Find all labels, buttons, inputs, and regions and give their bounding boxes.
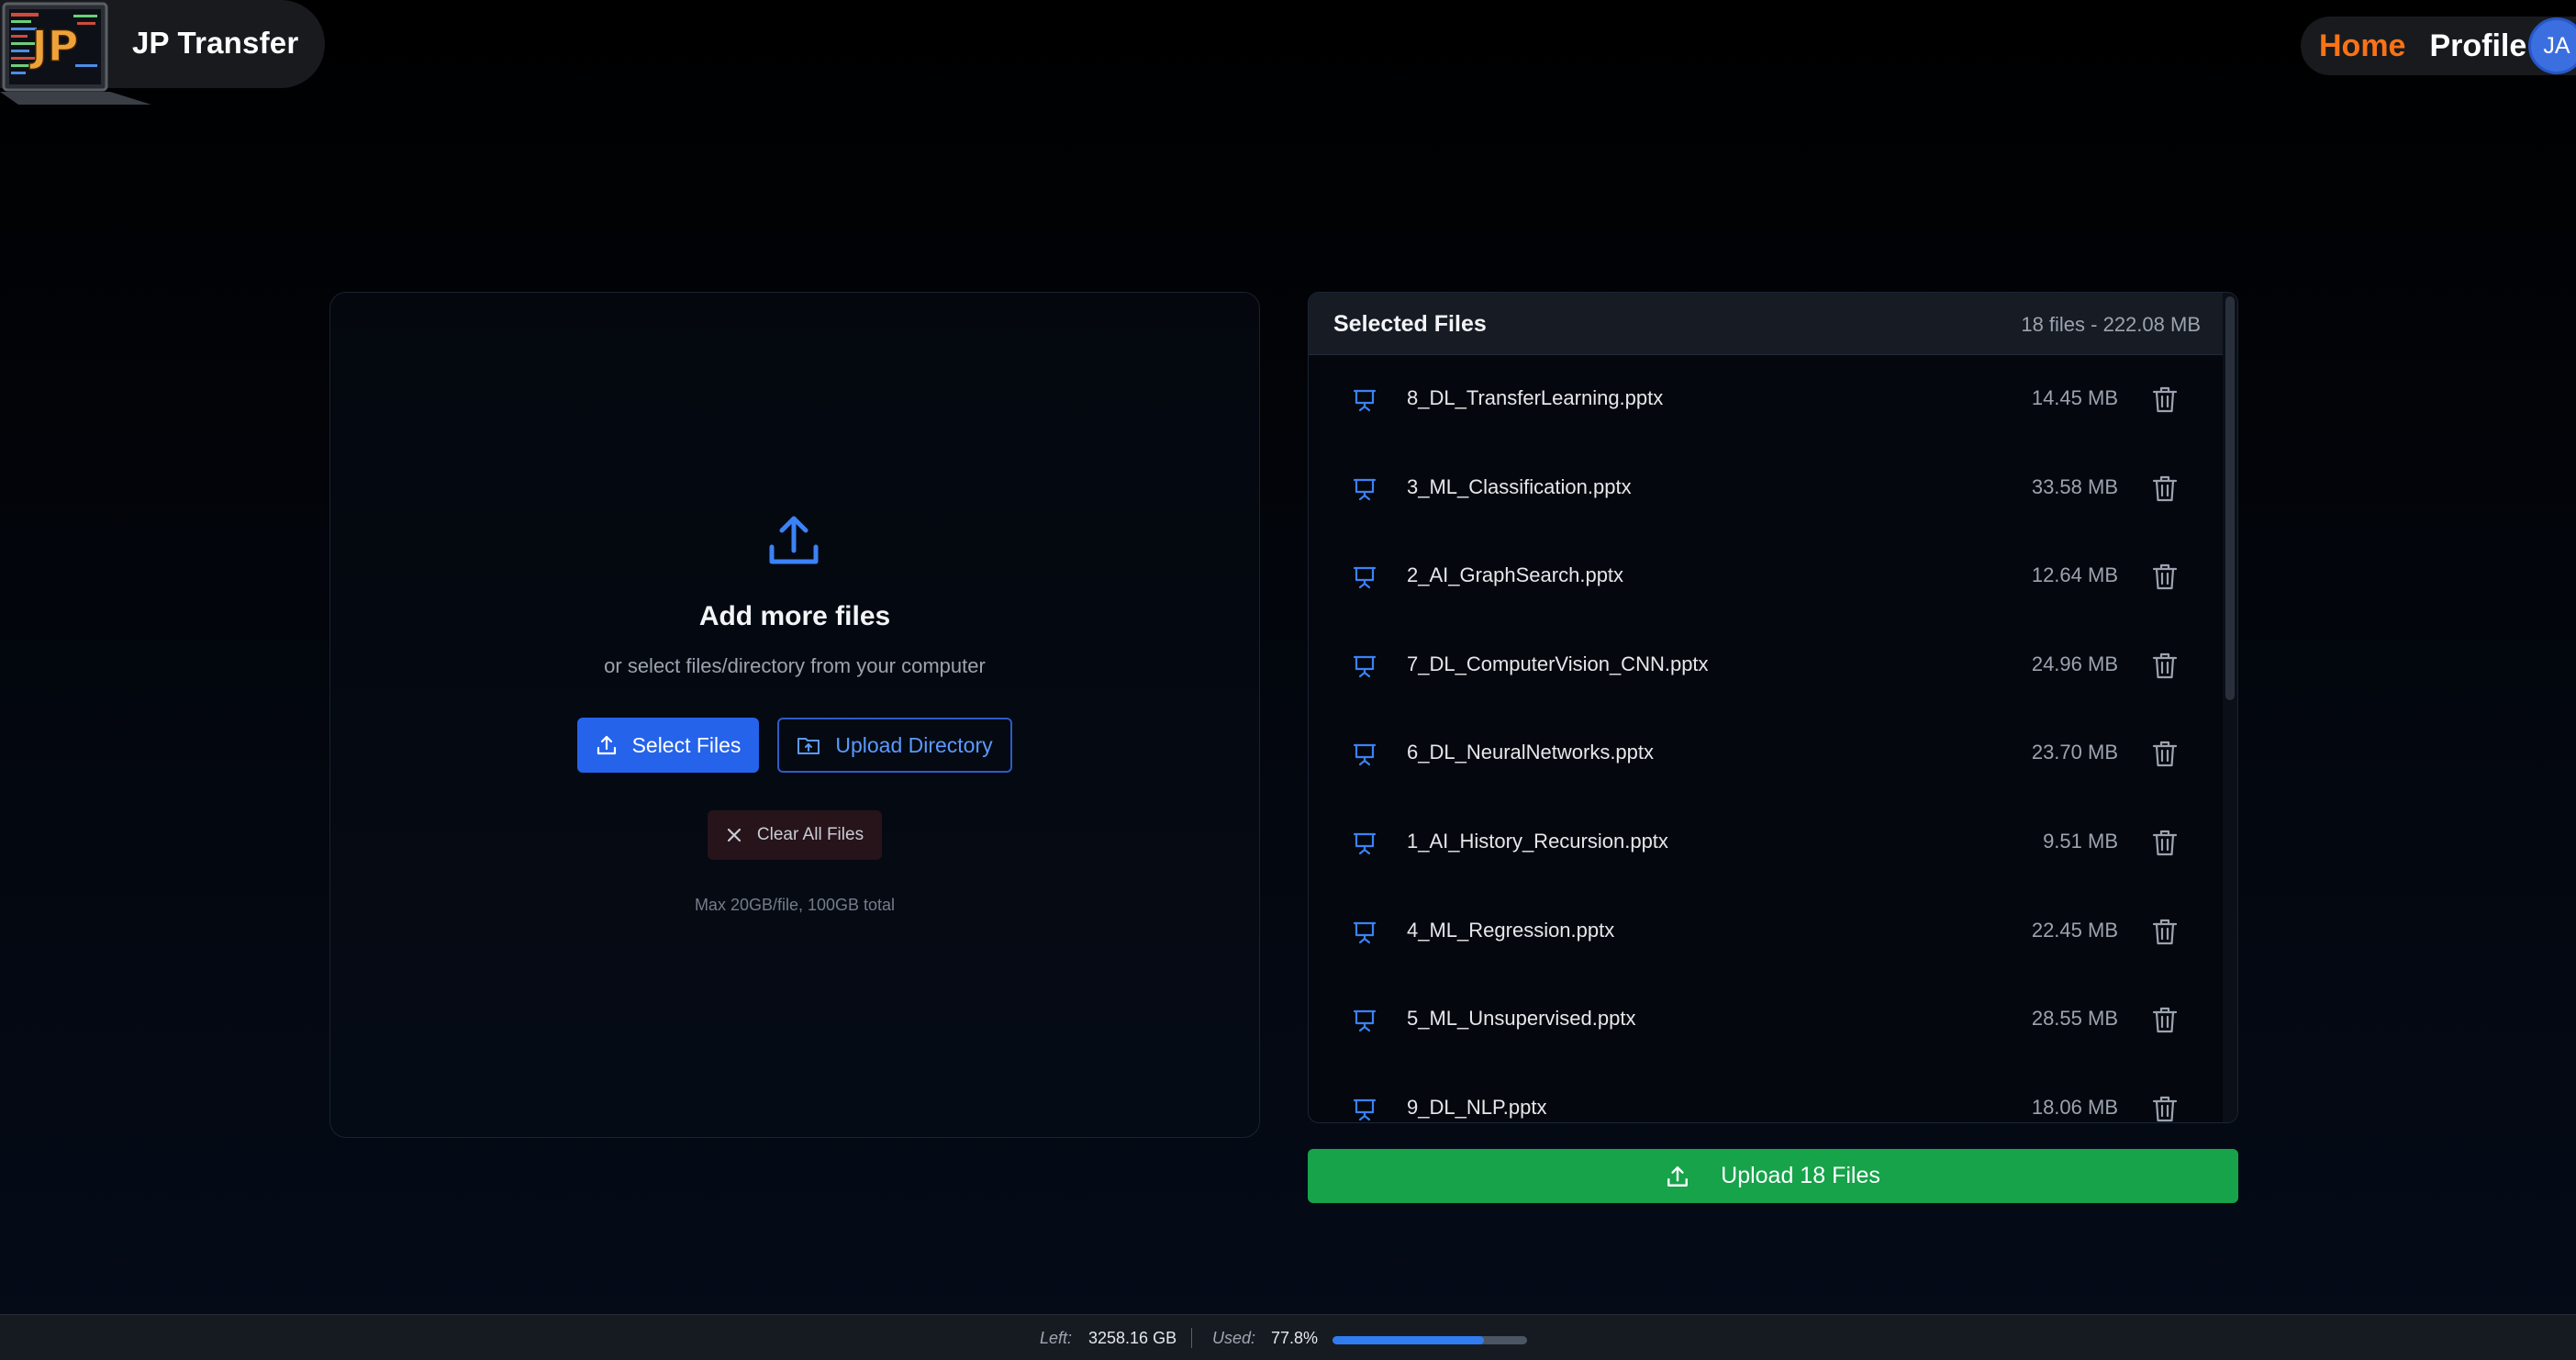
scrollbar-thumb[interactable] xyxy=(2225,296,2235,700)
file-name: 9_DL_NLP.pptx xyxy=(1407,1095,1547,1119)
selected-files-panel: Selected Files 18 files - 222.08 MB 8_DL… xyxy=(1308,292,2238,1123)
presentation-icon xyxy=(1353,478,1377,500)
file-row: 6_DL_NeuralNetworks.pptx 23.70 MB xyxy=(1309,709,2223,797)
nav-profile-link[interactable]: Profile xyxy=(2429,28,2526,64)
file-row: 3_ML_Classification.pptx 33.58 MB xyxy=(1309,444,2223,532)
trash-icon[interactable] xyxy=(2149,1004,2180,1035)
upload-icon xyxy=(597,735,616,755)
file-row: 2_AI_GraphSearch.pptx 12.64 MB xyxy=(1309,532,2223,620)
selected-files-header: Selected Files 18 files - 222.08 MB xyxy=(1309,293,2237,355)
file-name: 6_DL_NeuralNetworks.pptx xyxy=(1407,741,1655,764)
file-size: 28.55 MB xyxy=(2031,1007,2118,1031)
file-row: 4_ML_Regression.pptx 22.45 MB xyxy=(1309,887,2223,975)
upload-directory-button[interactable]: Upload Directory xyxy=(777,718,1012,773)
file-name: 4_ML_Regression.pptx xyxy=(1407,918,1615,942)
file-row: 8_DL_TransferLearning.pptx 14.45 MB xyxy=(1309,355,2223,443)
user-avatar[interactable]: JA xyxy=(2528,17,2576,74)
storage-usage-bar xyxy=(1333,1336,1527,1344)
storage-usage-fill xyxy=(1333,1336,1484,1344)
trash-icon[interactable] xyxy=(2149,561,2180,592)
file-size: 33.58 MB xyxy=(2031,474,2118,498)
file-size: 24.96 MB xyxy=(2031,652,2118,675)
upload-directory-label: Upload Directory xyxy=(835,732,993,757)
presentation-icon xyxy=(1353,744,1377,766)
trash-icon[interactable] xyxy=(2149,827,2180,858)
trash-icon[interactable] xyxy=(2149,384,2180,415)
dropzone-subtitle: or select files/directory from your comp… xyxy=(604,654,986,677)
trash-icon[interactable] xyxy=(2149,1093,2180,1123)
upload-icon xyxy=(1667,1165,1689,1187)
storage-footer: Left: 3258.16 GB Used: 77.8% xyxy=(0,1314,2576,1360)
clear-all-label: Clear All Files xyxy=(756,825,864,844)
page: JP JP Transfer Home Profile JA Add more … xyxy=(0,0,2576,1360)
trash-icon[interactable] xyxy=(2149,738,2180,769)
file-size: 14.45 MB xyxy=(2031,386,2118,409)
upload-icon xyxy=(769,516,819,564)
file-name: 1_AI_History_Recursion.pptx xyxy=(1407,830,1668,853)
selected-files-summary: 18 files - 222.08 MB xyxy=(2021,313,2201,336)
file-size: 23.70 MB xyxy=(2031,741,2118,764)
file-row: 9_DL_NLP.pptx 18.06 MB xyxy=(1309,1065,2223,1123)
presentation-icon xyxy=(1353,655,1377,677)
logo-text: JP xyxy=(29,21,79,71)
file-name: 8_DL_TransferLearning.pptx xyxy=(1407,386,1664,409)
file-dropzone[interactable]: Add more files or select files/directory… xyxy=(329,292,1260,1138)
file-size: 22.45 MB xyxy=(2031,918,2118,942)
storage-used-value: 77.8% xyxy=(1271,1329,1319,1347)
footer-divider xyxy=(1191,1328,1192,1348)
brand[interactable]: JP JP Transfer xyxy=(0,0,325,105)
storage-left-label: Left: xyxy=(1040,1329,1073,1347)
storage-left-value: 3258.16 GB xyxy=(1088,1329,1177,1347)
file-name: 3_ML_Classification.pptx xyxy=(1407,474,1632,498)
trash-icon[interactable] xyxy=(2149,650,2180,681)
trash-icon[interactable] xyxy=(2149,916,2180,947)
presentation-icon xyxy=(1353,1098,1377,1120)
upload-files-button[interactable]: Upload 18 Files xyxy=(1308,1149,2238,1203)
file-name: 5_ML_Unsupervised.pptx xyxy=(1407,1007,1636,1031)
file-size: 18.06 MB xyxy=(2031,1095,2118,1119)
file-row: 5_ML_Unsupervised.pptx 28.55 MB xyxy=(1309,975,2223,1064)
file-row: 7_DL_ComputerVision_CNN.pptx 24.96 MB xyxy=(1309,621,2223,709)
presentation-icon xyxy=(1353,832,1377,855)
storage-used-label: Used: xyxy=(1212,1329,1256,1347)
nav-home-link[interactable]: Home xyxy=(2319,28,2405,64)
upload-files-label: Upload 18 Files xyxy=(1721,1163,1880,1188)
clear-all-files-button[interactable]: Clear All Files xyxy=(708,810,882,860)
file-size: 12.64 MB xyxy=(2031,563,2118,587)
top-nav: Home Profile JA xyxy=(2301,17,2576,75)
file-name: 2_AI_GraphSearch.pptx xyxy=(1407,563,1624,587)
logo-laptop-icon: JP xyxy=(0,2,151,105)
select-files-button[interactable]: Select Files xyxy=(577,718,759,773)
selected-files-title: Selected Files xyxy=(1333,311,1487,337)
file-row: 1_AI_History_Recursion.pptx 9.51 MB xyxy=(1309,798,2223,886)
select-files-label: Select Files xyxy=(631,732,742,757)
presentation-icon xyxy=(1353,567,1377,589)
folder-upload-icon xyxy=(797,738,820,754)
app-name: JP Transfer xyxy=(132,26,299,60)
file-list-scrollbar[interactable] xyxy=(2223,293,2237,1122)
presentation-icon xyxy=(1353,921,1377,943)
close-icon xyxy=(727,828,742,842)
presentation-icon xyxy=(1353,1010,1377,1032)
presentation-icon xyxy=(1353,389,1377,412)
file-name: 7_DL_ComputerVision_CNN.pptx xyxy=(1407,652,1709,675)
upload-limit-text: Max 20GB/file, 100GB total xyxy=(694,896,896,914)
dropzone-title: Add more files xyxy=(698,601,891,631)
file-size: 9.51 MB xyxy=(2043,830,2118,853)
file-list[interactable]: 8_DL_TransferLearning.pptx 14.45 MB 3_ML_C… xyxy=(1309,355,2223,1123)
trash-icon[interactable] xyxy=(2149,473,2180,504)
